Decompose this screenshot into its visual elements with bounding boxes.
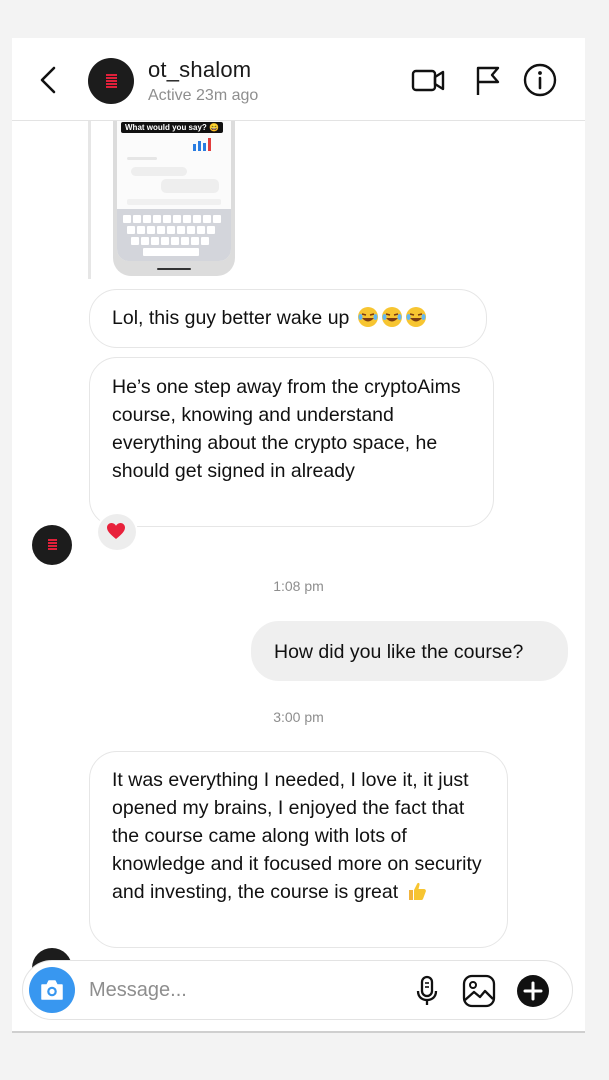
sender-avatar[interactable] (32, 525, 72, 565)
voice-message-button[interactable] (409, 973, 445, 1009)
info-icon (523, 63, 557, 97)
plus-icon (517, 975, 549, 1007)
shared-post[interactable]: What would you say? 😄 (88, 121, 237, 279)
heart-icon (107, 523, 125, 539)
camera-icon (41, 980, 63, 1000)
message-input[interactable] (89, 975, 389, 1005)
active-status: Active 23m ago (148, 87, 259, 104)
contact-name[interactable]: ot_shalom (148, 57, 251, 83)
gallery-icon (462, 974, 496, 1008)
message-composer (22, 960, 573, 1020)
message-bubble-incoming[interactable]: It was everything I needed, I love it, i… (89, 751, 508, 948)
message-bubble-incoming[interactable]: He’s one step away from the cryptoAims c… (89, 357, 494, 527)
message-bubble-incoming[interactable]: Lol, this guy better wake up (89, 289, 487, 348)
chart-icon (193, 138, 211, 151)
microphone-icon (416, 975, 438, 1005)
message-text: Lol, this guy better wake up (112, 307, 350, 329)
heart-reaction[interactable] (96, 512, 138, 552)
info-button[interactable] (522, 62, 558, 98)
post-mini-bubble (131, 167, 187, 176)
shared-post-caption: What would you say? 😄 (121, 122, 223, 133)
chat-header: ot_shalom Active 23m ago (12, 38, 585, 121)
camera-button[interactable] (29, 967, 75, 1013)
video-camera-icon (411, 69, 445, 92)
gallery-button[interactable] (461, 973, 497, 1009)
shared-post-image: What would you say? 😄 (113, 121, 235, 276)
avatar-logo (47, 539, 57, 551)
timestamp: 3:00 pm (273, 709, 324, 725)
video-call-button[interactable] (410, 62, 446, 98)
report-button[interactable] (470, 62, 506, 98)
post-input-line (127, 199, 221, 205)
laughing-emoji-icon (357, 307, 378, 327)
bottom-divider (12, 1031, 585, 1033)
more-button[interactable] (515, 973, 551, 1009)
post-mini-bubble (161, 179, 219, 193)
post-keyboard (117, 209, 231, 261)
message-text: How did you like the course? (274, 641, 524, 663)
timestamp: 1:08 pm (273, 578, 324, 594)
back-button[interactable] (34, 62, 64, 98)
contact-avatar[interactable] (88, 58, 134, 104)
laughing-emoji-icon (405, 307, 426, 327)
post-text-line (127, 157, 157, 160)
chevron-left-icon (40, 66, 56, 94)
dm-screen: ot_shalom Active 23m ago What would you … (12, 38, 585, 1033)
message-thread: What would you say? 😄 Lol, this guy bett… (12, 121, 585, 988)
flag-icon (476, 66, 500, 95)
avatar-logo (105, 74, 117, 88)
message-bubble-outgoing[interactable]: How did you like the course? (251, 621, 568, 681)
message-text: He’s one step away from the cryptoAims c… (112, 376, 461, 482)
laughing-emoji-icon (381, 307, 402, 327)
thumbs-up-emoji-icon (408, 882, 426, 900)
